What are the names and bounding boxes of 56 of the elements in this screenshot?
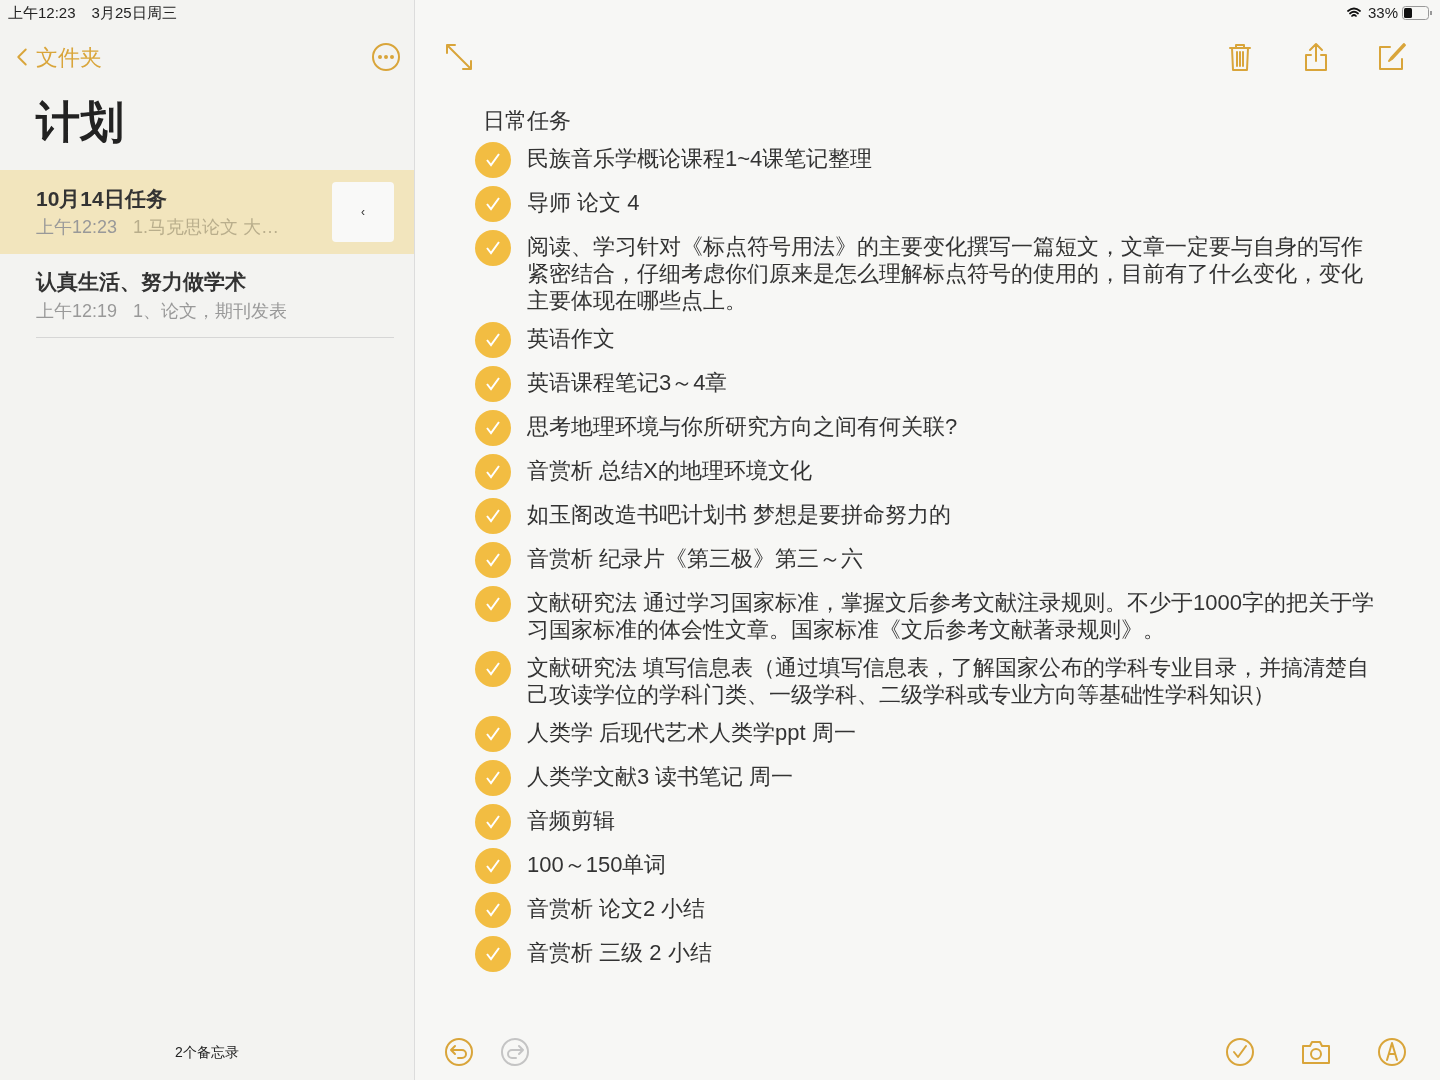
expand-icon[interactable] — [443, 41, 475, 73]
checklist-checkbox[interactable] — [475, 892, 511, 928]
battery-icon — [1402, 6, 1432, 20]
note-time: 上午12:19 — [36, 299, 118, 323]
note-time: 上午12:23 — [36, 216, 118, 240]
checklist-checkbox[interactable] — [475, 760, 511, 796]
checklist-item-text: 音赏析 三级 2 小结 — [527, 939, 713, 966]
checklist-item-text: 人类学文献3 读书笔记 周一 — [527, 763, 795, 790]
checklist-item-text: 导师 论文 4 — [527, 189, 641, 216]
checklist-item-text: 音赏析 纪录片《第三极》第三～六 — [527, 545, 865, 572]
swipe-action-button[interactable]: ‹ — [332, 182, 394, 242]
status-time: 上午12:23 — [8, 2, 76, 23]
note-count: 2个备忘录 — [175, 1042, 239, 1062]
checklist-checkbox[interactable] — [475, 410, 511, 446]
note-title: 10月14日任务 — [36, 185, 168, 212]
checklist-checkbox[interactable] — [475, 366, 511, 402]
checklist-item-text: 阅读、学习针对《标点符号用法》的主要变化撰写一篇短文，文章一定要与自身的写作紧密结合，仔细考虑你们原来是怎么理解标点符号的使用的，目前有了什么变化，变化主要体现在哪些点上。 — [527, 233, 1364, 314]
note-preview: 1、论文，期刊发表 — [133, 299, 288, 323]
note-heading: 日常任务 — [483, 107, 572, 135]
markup-icon[interactable] — [1376, 1036, 1408, 1068]
checklist-item-text: 文献研究法 填写信息表（通过填写信息表，了解国家公布的学科专业目录，并搞清楚自己攻读学位的学科门类、一级学科、二级学科或专业方向等基础性学科知识） — [527, 654, 1371, 708]
undo-icon[interactable] — [443, 1036, 475, 1068]
more-icon[interactable] — [370, 41, 402, 73]
status-date: 3月25日周三 — [91, 2, 177, 23]
battery-percent: 33% — [1367, 2, 1398, 23]
note-preview: 1.马克思论文 大… — [133, 216, 280, 240]
note-row[interactable]: 10月14日任务 上午12:23 1.马克思论文 大… ‹ — [0, 170, 414, 254]
checklist-item-text: 如玉阁改造书吧计划书 梦想是要拼命努力的 — [527, 501, 953, 528]
checklist-item-text: 思考地理环境与你所研究方向之间有何关联? — [527, 413, 959, 440]
checklist-checkbox[interactable] — [475, 142, 511, 178]
checklist-item-text: 英语课程笔记3～4章 — [527, 369, 729, 396]
checklist-item-text: 人类学 后现代艺术人类学ppt 周一 — [527, 719, 857, 746]
checklist-item-text: 民族音乐学概论课程1~4课笔记整理 — [527, 145, 874, 172]
checklist-checkbox[interactable] — [475, 454, 511, 490]
checklist-checkbox[interactable] — [475, 186, 511, 222]
note-title: 认真生活、努力做学术 — [36, 269, 247, 296]
checklist-item-text: 英语作文 — [527, 325, 616, 352]
checklist-checkbox[interactable] — [475, 586, 511, 622]
checklist-checkbox[interactable] — [475, 322, 511, 358]
checklist-checkbox[interactable] — [475, 848, 511, 884]
checklist-checkbox[interactable] — [475, 651, 511, 687]
checklist-item-text: 音赏析 总结X的地理环境文化 — [527, 457, 813, 484]
checklist-item-text: 音频剪辑 — [527, 807, 616, 834]
folder-title: 计划 — [34, 96, 125, 148]
note-row[interactable]: 认真生活、努力做学术 上午12:19 1、论文，期刊发表 — [0, 254, 414, 338]
checklist-checkbox[interactable] — [475, 804, 511, 840]
checklist-checkbox[interactable] — [475, 542, 511, 578]
checklist-icon[interactable] — [1224, 1036, 1256, 1068]
checklist-checkbox[interactable] — [475, 936, 511, 972]
checklist-checkbox[interactable] — [475, 716, 511, 752]
checklist-item-text: 音赏析 论文2 小结 — [527, 895, 707, 922]
checklist-checkbox[interactable] — [475, 230, 511, 266]
checklist-item-text: 文献研究法 通过学习国家标准，掌握文后参考文献注录规则。不少于1000字的把关于学习国家标准的体会性文章。国家标准《文后参考文献著录规则》。 — [527, 589, 1376, 643]
compose-icon[interactable] — [1376, 41, 1408, 73]
checklist-item-text: 100～150单词 — [527, 851, 668, 878]
checklist-checkbox[interactable] — [475, 498, 511, 534]
